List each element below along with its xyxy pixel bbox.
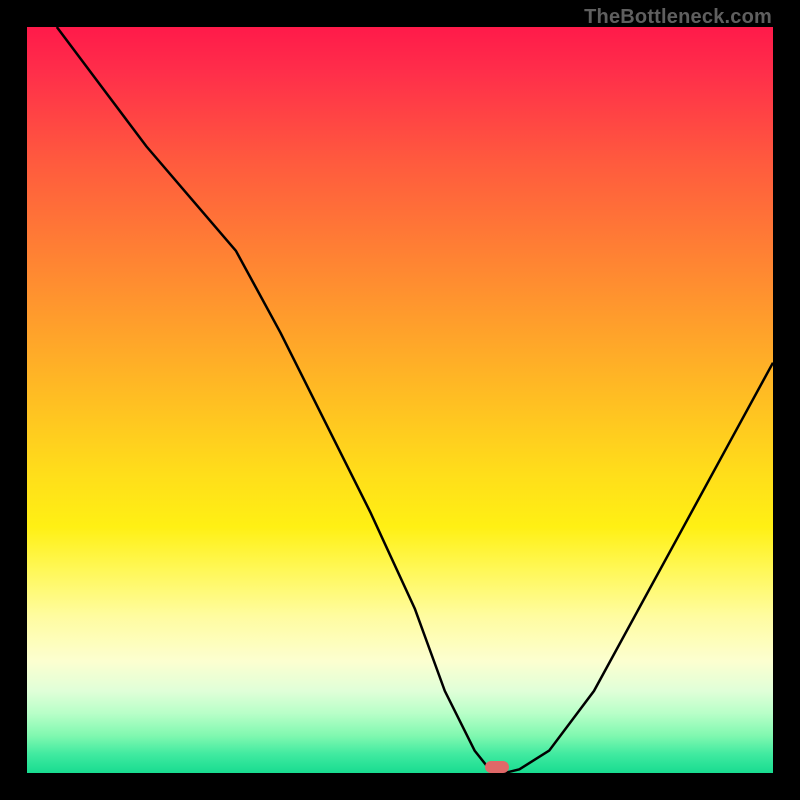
bottleneck-curve (27, 27, 773, 773)
watermark-text: TheBottleneck.com (584, 6, 772, 29)
chart-plot-area (27, 27, 773, 773)
curve-line (57, 27, 773, 773)
chart-frame: TheBottleneck.com (0, 0, 800, 800)
optimal-point-marker (485, 761, 509, 773)
